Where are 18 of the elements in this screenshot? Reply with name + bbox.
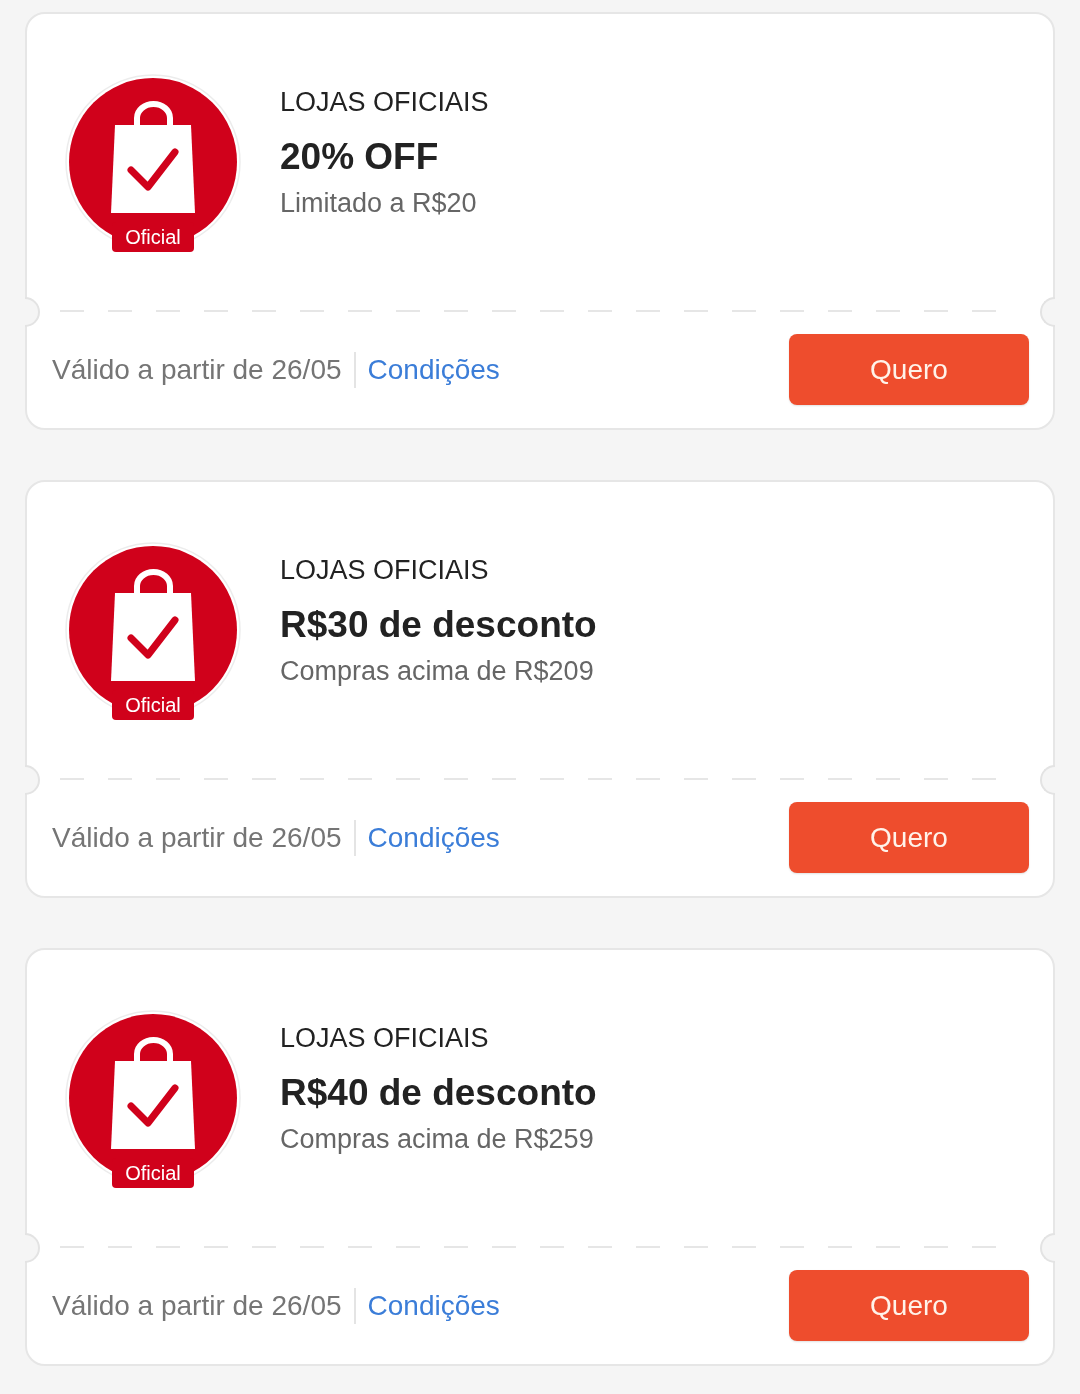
store-category: LOJAS OFICIAIS: [280, 86, 489, 120]
discount-condition: Compras acima de R$259: [280, 1123, 594, 1157]
validity-date: Válido a partir de 26/05: [52, 353, 342, 386]
validity-date: Válido a partir de 26/05: [52, 1289, 342, 1322]
conditions-link[interactable]: Condições: [367, 1289, 500, 1322]
discount-title: R$30 de desconto: [280, 603, 597, 648]
validity-date: Válido a partir de 26/05: [52, 821, 342, 854]
claim-button[interactable]: Quero: [789, 802, 1029, 874]
store-category: LOJAS OFICIAIS: [280, 1022, 489, 1056]
discount-condition: Limitado a R$20: [280, 187, 477, 221]
discount-title: R$40 de desconto: [280, 1071, 597, 1116]
discount-condition: Compras acima de R$209: [280, 655, 594, 689]
store-category: LOJAS OFICIAIS: [280, 554, 489, 588]
conditions-link[interactable]: Condições: [367, 353, 500, 386]
conditions-link[interactable]: Condições: [367, 821, 500, 854]
claim-button[interactable]: Quero: [789, 1270, 1029, 1342]
discount-title: 20% OFF: [280, 135, 439, 180]
claim-button[interactable]: Quero: [789, 334, 1029, 406]
